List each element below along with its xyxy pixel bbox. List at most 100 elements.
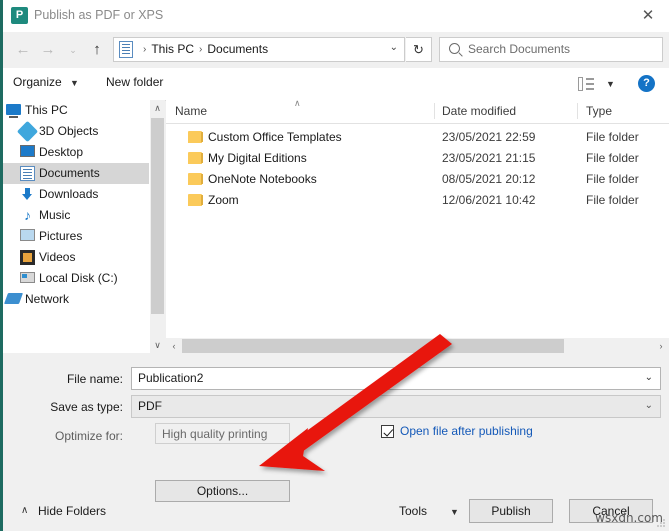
sidebar-item-label: Desktop [39,145,84,159]
breadcrumb-separator-icon: › [143,43,147,55]
scroll-down-icon[interactable]: ∨ [150,337,165,353]
recent-locations-chevron-down-icon[interactable]: ⌄ [61,38,85,62]
scroll-up-icon[interactable]: ∧ [150,100,165,116]
options-button[interactable]: Options... [155,480,290,502]
search-icon [449,43,460,54]
cube-icon [16,120,39,143]
view-chevron-down-icon[interactable]: ▼ [606,79,615,89]
file-name: Custom Office Templates [208,130,342,144]
folder-icon [188,194,203,206]
publish-as-pdf-dialog: P Publish as PDF or XPS ✕ ← → ⌄ ↑ › This… [0,0,669,531]
sidebar-item-label: This PC [25,103,68,117]
table-row[interactable]: My Digital Editions 23/05/2021 21:15 Fil… [166,149,669,169]
documents-icon [20,166,35,181]
search-input[interactable]: Search Documents [439,37,663,62]
sidebar-item-3d-objects[interactable]: 3D Objects [3,120,149,143]
checkbox-checked-icon[interactable] [381,425,394,438]
sidebar-item-music[interactable]: ♪ Music [3,205,149,226]
hide-folders-label: Hide Folders [38,504,107,518]
file-type: File folder [586,193,639,207]
folder-icon [188,152,203,164]
scroll-right-icon[interactable]: › [653,338,669,354]
navpane-scrollbar[interactable]: ∧ ∨ [149,100,165,353]
desktop-icon [20,145,35,157]
computer-icon [6,104,21,118]
chevron-up-icon: ∧ [21,505,29,516]
save-as-type-select[interactable]: PDF ⌄ [131,395,661,418]
scrollbar-thumb[interactable] [182,339,564,353]
column-header-type[interactable]: Type [586,104,612,118]
new-folder-button[interactable]: New folder [106,75,163,89]
save-as-type-value: PDF [138,399,162,413]
checkbox-label[interactable]: Open file after publishing [400,424,533,438]
up-icon[interactable]: ↑ [85,38,109,62]
save-as-type-label: Save as type: [50,400,123,414]
tools-chevron-down-icon[interactable]: ▼ [450,507,459,517]
file-name: Zoom [208,193,239,207]
resize-grip-icon[interactable] [656,518,666,528]
column-header-name[interactable]: Name [175,104,207,118]
file-date-modified: 12/06/2021 10:42 [442,193,536,207]
folder-icon [188,173,203,185]
help-icon[interactable]: ? [638,75,655,92]
tools-button[interactable]: Tools [399,504,427,518]
file-list-horizontal-scrollbar[interactable]: ‹ › [166,338,669,354]
breadcrumb[interactable]: › This PC › Documents ⌄ [113,37,405,62]
sidebar-item-label: 3D Objects [39,124,99,138]
optimize-for-label: Optimize for: [54,429,123,443]
sidebar-item-local-disk[interactable]: Local Disk (C:) [3,268,149,289]
organize-button[interactable]: Organize [13,75,62,89]
sidebar-item-downloads[interactable]: Downloads [3,184,149,205]
back-icon[interactable]: ← [11,38,35,62]
view-layout-icon[interactable] [578,77,594,91]
sidebar-item-label: Local Disk (C:) [39,271,118,285]
file-name-value: Publication2 [138,371,204,385]
sidebar-item-label: Network [25,292,70,306]
sidebar-item-videos[interactable]: Videos [3,247,149,268]
sidebar-item-label: Pictures [39,229,83,243]
table-row[interactable]: Custom Office Templates 23/05/2021 22:59… [166,128,669,148]
sidebar-item-this-pc[interactable]: This PC [3,100,149,121]
command-toolbar: Organize ▼ New folder ▼ ? [3,68,669,101]
column-headers: Name ∧ Date modified Type [166,98,669,124]
open-file-after-publishing-checkbox[interactable]: Open file after publishing [381,424,581,442]
optimize-for-value: High quality printing [155,423,290,444]
column-header-date-modified[interactable]: Date modified [442,104,516,118]
file-date-modified: 08/05/2021 20:12 [442,172,536,186]
scroll-left-icon[interactable]: ‹ [166,338,182,354]
sidebar-item-pictures[interactable]: Pictures [3,226,149,247]
organize-chevron-down-icon[interactable]: ▼ [70,78,79,88]
network-icon [3,293,24,304]
music-note-icon: ♪ [24,207,31,223]
forward-icon[interactable]: → [36,38,60,62]
navigation-pane: This PC 3D Objects Desktop Documents Dow… [3,100,149,353]
save-as-type-chevron-down-icon[interactable]: ⌄ [645,400,653,411]
sidebar-item-documents[interactable]: Documents [3,163,149,184]
sidebar-item-label: Videos [39,250,76,264]
column-divider[interactable] [577,103,578,119]
breadcrumb-item-documents[interactable]: Documents [207,42,268,56]
file-name-input[interactable]: Publication2 ⌄ [131,367,661,390]
file-name-chevron-down-icon[interactable]: ⌄ [645,372,653,383]
refresh-icon[interactable]: ↻ [406,37,432,62]
title-bar: P Publish as PDF or XPS ✕ [3,0,669,32]
dialog-title: Publish as PDF or XPS [34,8,164,22]
file-type: File folder [586,151,639,165]
folder-icon [188,131,203,143]
hard-drive-icon [20,272,35,283]
sidebar-item-desktop[interactable]: Desktop [3,142,149,163]
table-row[interactable]: OneNote Notebooks 08/05/2021 20:12 File … [166,170,669,190]
breadcrumb-item-this-pc[interactable]: This PC [151,42,194,56]
scrollbar-thumb[interactable] [151,118,164,314]
picture-icon [20,229,35,241]
sidebar-item-label: Music [39,208,71,222]
sidebar-item-network[interactable]: Network [3,289,149,310]
save-form: File name: Publication2 ⌄ Save as type: … [3,356,669,531]
file-list-pane: Name ∧ Date modified Type Custom Office … [166,98,669,353]
breadcrumb-chevron-down-icon[interactable]: ⌄ [390,42,398,53]
close-icon[interactable]: ✕ [633,3,663,29]
optimize-for-text: High quality printing [162,427,268,441]
column-divider[interactable] [434,103,435,119]
table-row[interactable]: Zoom 12/06/2021 10:42 File folder [166,191,669,211]
publish-button[interactable]: Publish [469,499,553,523]
